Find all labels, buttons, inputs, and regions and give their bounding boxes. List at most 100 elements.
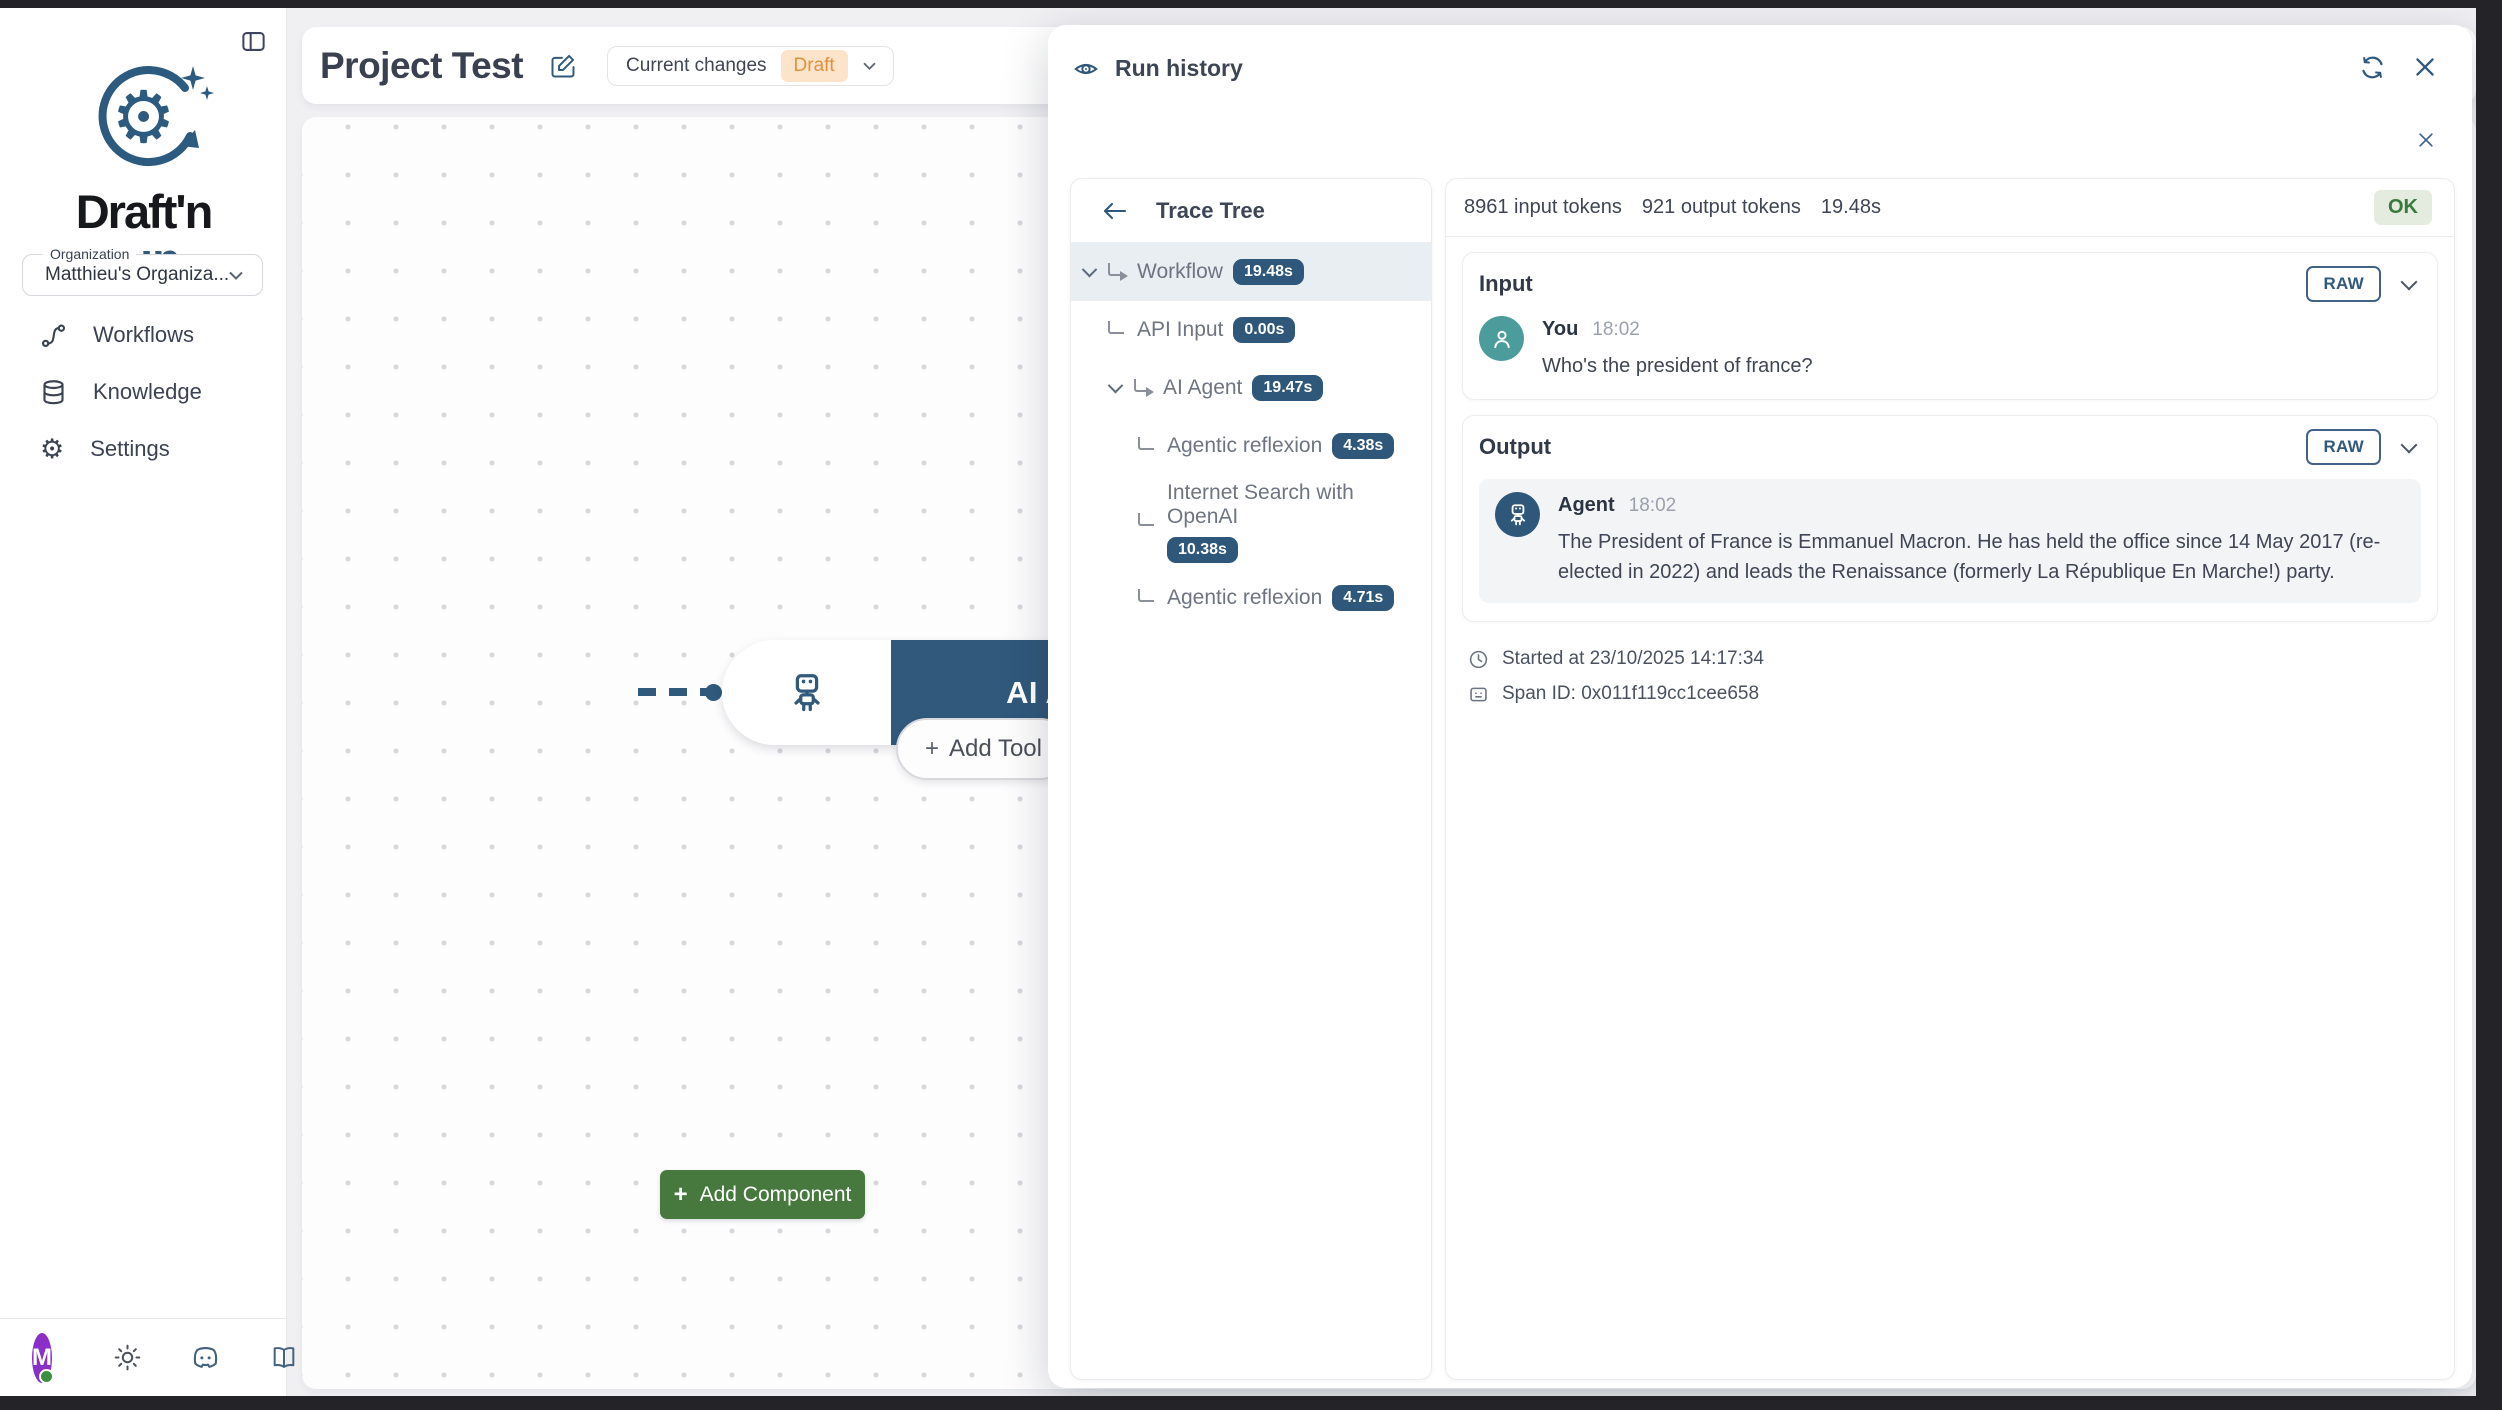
raw-toggle-button[interactable]: RAW: [2306, 266, 2381, 302]
chevron-down-icon: [1107, 377, 1124, 393]
raw-toggle-button[interactable]: RAW: [2306, 429, 2381, 465]
branch-elbow-icon: [1108, 320, 1124, 334]
chevron-down-icon: [1081, 261, 1098, 277]
output-section: Output RAW Agent 18:02 The President of …: [1462, 415, 2438, 622]
branch-arrow-icon: [1108, 262, 1128, 281]
branch-elbow-icon: [1138, 588, 1154, 602]
pencil-edit-icon: [549, 52, 577, 80]
trace-label: Agentic reflexion: [1167, 586, 1323, 609]
chevron-down-icon: [228, 270, 244, 281]
span-id-icon: [1468, 684, 1489, 705]
trace-row-api-input[interactable]: API Input 0.00s: [1071, 301, 1431, 359]
node-port-left[interactable]: [705, 684, 722, 701]
plus-icon: +: [925, 735, 940, 762]
logo-gear-icon: ⚙: [69, 60, 219, 188]
message-time: 18:02: [1592, 319, 1640, 340]
trace-row-workflow[interactable]: Workflow 19.48s: [1071, 243, 1431, 301]
status-badge: OK: [2374, 190, 2432, 225]
panel-collapse-icon: [240, 28, 267, 55]
trace-tree-title: Trace Tree: [1156, 197, 1265, 223]
user-message-avatar: [1479, 316, 1524, 361]
robot-icon: [722, 640, 891, 745]
organization-select[interactable]: Organization Matthieu's Organiza...: [22, 246, 263, 296]
message-text: The President of France is Emmanuel Macr…: [1558, 531, 2381, 583]
trace-label: AI Agent: [1163, 376, 1243, 399]
input-section-title: Input: [1479, 271, 1533, 296]
trace-label: Workflow: [1137, 260, 1223, 283]
online-status-dot: [39, 1368, 54, 1384]
add-component-label: Add Component: [699, 1182, 852, 1206]
message-sender: You: [1542, 318, 1579, 340]
duration-badge: 0.00s: [1233, 317, 1296, 343]
plus-icon: +: [673, 1180, 688, 1208]
organization-value: Matthieu's Organiza...: [45, 264, 228, 285]
sidebar-item-label: Workflows: [93, 322, 195, 347]
started-at-text: Started at 23/10/2025 14:17:34: [1502, 648, 1764, 669]
add-tool-button[interactable]: + Add Tool: [896, 718, 1071, 780]
trace-label: API Input: [1137, 318, 1224, 341]
trace-row-agentic-reflexion-1[interactable]: Agentic reflexion 4.38s: [1071, 417, 1431, 475]
version-label: Current changes: [626, 54, 767, 76]
trace-row-internet-search[interactable]: Internet Search with OpenAI 10.38s: [1071, 475, 1431, 569]
duration-badge: 4.71s: [1332, 585, 1395, 611]
gear-icon: ⚙: [40, 433, 65, 464]
input-tokens: 8961 input tokens: [1464, 196, 1622, 218]
chevron-down-icon[interactable]: [2400, 436, 2418, 454]
window-frame: ⚙ Draft'n run Organization Matthieu's Or…: [0, 0, 2502, 1410]
run-history-title: Run history: [1115, 55, 1243, 81]
duration-badge: 19.48s: [1232, 259, 1304, 285]
organization-label: Organization: [43, 246, 137, 262]
output-section-title: Output: [1479, 434, 1552, 459]
add-tool-label: Add Tool: [949, 735, 1042, 762]
app-root: ⚙ Draft'n run Organization Matthieu's Or…: [0, 8, 2476, 1396]
span-id-text: Span ID: 0x011f119cc1cee658: [1502, 683, 1760, 704]
back-arrow-icon[interactable]: [1101, 200, 1128, 222]
database-icon: [40, 379, 67, 406]
close-icon[interactable]: [2412, 54, 2438, 80]
draft-status-badge: Draft: [780, 49, 848, 82]
sidebar-item-workflows[interactable]: Workflows: [0, 313, 286, 357]
page-title: Project Test: [320, 44, 524, 86]
branch-elbow-icon: [1138, 436, 1154, 450]
clock-icon: [1468, 649, 1489, 670]
sidebar-footer: M: [0, 1318, 295, 1396]
agent-message-avatar: [1495, 492, 1540, 537]
sidebar-collapse-button[interactable]: [238, 26, 268, 56]
theme-sun-icon[interactable]: [114, 1344, 141, 1371]
discord-icon[interactable]: [191, 1343, 220, 1372]
refresh-button[interactable]: [2359, 54, 2386, 81]
sidebar-item-label: Settings: [90, 436, 170, 461]
run-history-header: Run history: [1048, 25, 2472, 147]
trace-row-ai-agent[interactable]: AI Agent 19.47s: [1071, 359, 1431, 417]
duration-badge: 19.47s: [1252, 375, 1324, 401]
chevron-down-icon[interactable]: [2400, 273, 2418, 291]
sidebar-item-knowledge[interactable]: Knowledge: [0, 370, 286, 414]
trace-tree-panel: Trace Tree Workflow 19.48s API Input 0.0…: [1070, 178, 1432, 1380]
edge-connector-left: [638, 688, 710, 696]
eye-icon: [1073, 56, 1099, 82]
output-message: Agent 18:02 The President of France is E…: [1495, 492, 2405, 587]
trace-detail-panel: 8961 input tokens 921 output tokens 19.4…: [1445, 178, 2455, 1380]
message-time: 18:02: [1628, 495, 1677, 516]
sidebar-item-settings[interactable]: ⚙ Settings: [0, 427, 286, 471]
close-detail-icon[interactable]: [2416, 130, 2436, 150]
duration-badge: 10.38s: [1167, 537, 1238, 563]
user-avatar[interactable]: M: [32, 1332, 54, 1384]
input-section: Input RAW You 18:02 Who's the president …: [1462, 252, 2438, 400]
trace-label: Internet Search with OpenAI: [1167, 481, 1354, 528]
branch-arrow-icon: [1134, 378, 1154, 397]
trace-row-agentic-reflexion-2[interactable]: Agentic reflexion 4.71s: [1071, 569, 1431, 627]
trace-detail-header: 8961 input tokens 921 output tokens 19.4…: [1446, 179, 2454, 237]
docs-book-icon[interactable]: [270, 1344, 298, 1372]
add-component-button[interactable]: + Add Component: [660, 1170, 865, 1219]
sidebar: ⚙ Draft'n run Organization Matthieu's Or…: [0, 8, 295, 1396]
workflows-icon: [40, 322, 67, 349]
trace-duration: 19.48s: [1820, 196, 1881, 218]
edit-title-button[interactable]: [549, 52, 577, 80]
message-sender: Agent: [1558, 494, 1615, 516]
trace-metadata: Started at 23/10/2025 14:17:34 Span ID: …: [1468, 648, 2432, 705]
chevron-down-icon: [862, 61, 877, 71]
run-history-panel: Run history Trace Tree Workflow 19.48s A…: [1048, 25, 2472, 1388]
duration-badge: 4.38s: [1332, 433, 1395, 459]
version-selector[interactable]: Current changes Draft: [607, 45, 894, 86]
